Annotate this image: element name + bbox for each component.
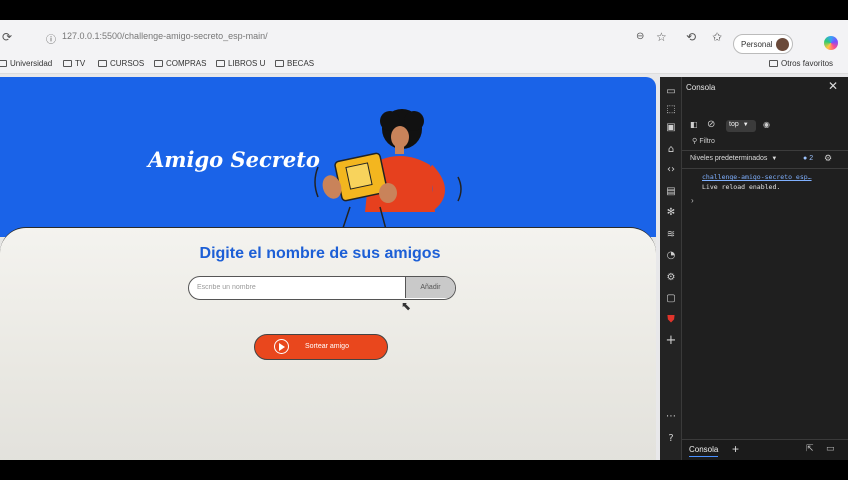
console-settings-gear-icon[interactable]: ⚙ bbox=[824, 154, 832, 164]
browser-window: ⟳ ⓘ 127.0.0.1:5500/challenge-amigo-secre… bbox=[0, 20, 848, 460]
chevron-down-icon: ▼ bbox=[771, 156, 778, 162]
add-button[interactable]: Añadir bbox=[405, 277, 455, 298]
folder-icon bbox=[98, 60, 107, 67]
add-tab-plus-icon[interactable]: + bbox=[732, 442, 739, 456]
issues-badge[interactable]: ● 2 bbox=[803, 155, 813, 162]
folder-icon bbox=[216, 60, 225, 67]
favorite-star-icon[interactable]: ☆ bbox=[656, 30, 667, 44]
live-expression-eye-icon[interactable]: ◉ bbox=[763, 120, 770, 129]
tab-console[interactable]: Consola bbox=[689, 445, 719, 457]
hero-banner: Amigo Secreto bbox=[0, 77, 656, 237]
input-card: Digite el nombre de sus amigos Añadir So… bbox=[0, 227, 656, 460]
copilot-icon[interactable] bbox=[824, 36, 838, 50]
folder-icon bbox=[769, 60, 778, 67]
filter-placeholder: Filtro bbox=[699, 138, 715, 145]
name-input-group: Añadir bbox=[188, 276, 456, 300]
bookmark-compras[interactable]: COMPRAS bbox=[154, 59, 206, 68]
draw-button-label: Sortear amigo bbox=[305, 343, 349, 350]
section-title: Digite el nombre de sus amigos bbox=[199, 245, 441, 262]
bookmarks-bar: Universidad TV CURSOS COMPRAS LIBROS U B… bbox=[0, 54, 848, 74]
elements-code-icon[interactable]: ‹› bbox=[664, 163, 678, 177]
site-info-icon[interactable]: ⓘ bbox=[46, 31, 56, 46]
divider bbox=[682, 168, 848, 169]
welcome-home-icon[interactable]: ⌂ bbox=[664, 143, 678, 157]
bookmark-tv[interactable]: TV bbox=[63, 59, 85, 68]
reload-icon[interactable]: ⟳ bbox=[2, 30, 12, 44]
favorites-icon[interactable]: ✩ bbox=[712, 30, 722, 44]
folder-icon bbox=[0, 60, 7, 67]
bookmark-universidad[interactable]: Universidad bbox=[0, 59, 52, 68]
console-icon[interactable]: ▤ bbox=[664, 185, 678, 199]
clear-console-icon[interactable]: ⊘ bbox=[707, 119, 715, 130]
play-icon bbox=[274, 339, 289, 354]
close-icon[interactable]: ✕ bbox=[828, 79, 838, 93]
sources-bug-icon[interactable]: ✻ bbox=[664, 206, 678, 220]
performance-gauge-icon[interactable]: ◔ bbox=[664, 249, 678, 263]
folder-icon bbox=[154, 60, 163, 67]
network-wifi-icon[interactable]: ≋ bbox=[664, 228, 678, 242]
application-icon[interactable]: ▢ bbox=[664, 292, 678, 306]
mouse-cursor-icon: ⬉ bbox=[401, 299, 412, 313]
context-select[interactable]: top ▼ bbox=[726, 120, 756, 132]
log-levels-dropdown[interactable]: Niveles predeterminados ▼ bbox=[690, 155, 777, 162]
other-favorites[interactable]: Otros favoritos bbox=[769, 59, 833, 68]
devtools-activity-bar: ▭ ⬚ ▣ ⌂ ‹› ▤ ✻ ≋ ◔ ⚙ ▢ ⛊ + ⋯ ? bbox=[660, 77, 682, 460]
panel-icon[interactable]: ▣ bbox=[664, 121, 678, 135]
devtools-panel: ▭ ⬚ ▣ ⌂ ‹› ▤ ✻ ≋ ◔ ⚙ ▢ ⛊ + ⋯ ? Consola ✕… bbox=[660, 77, 848, 460]
issues-count: 2 bbox=[809, 155, 814, 162]
device-emulation-icon[interactable]: ▭ bbox=[664, 85, 678, 99]
name-input[interactable] bbox=[189, 277, 405, 298]
bookmark-becas[interactable]: BECAS bbox=[275, 59, 314, 68]
filter-box[interactable]: ⚲ Filtro bbox=[692, 137, 842, 151]
avatar bbox=[776, 38, 789, 51]
more-options-icon[interactable]: ⋯ bbox=[664, 410, 678, 424]
inspect-icon[interactable]: ⬚ bbox=[664, 103, 678, 117]
address-bar: ⟳ ⓘ 127.0.0.1:5500/challenge-amigo-secre… bbox=[0, 20, 848, 54]
bookmark-cursos[interactable]: CURSOS bbox=[98, 59, 144, 68]
security-shield-icon[interactable]: ⛊ bbox=[664, 313, 678, 327]
chevron-down-icon: ▼ bbox=[742, 122, 749, 128]
sidebar-toggle-icon[interactable]: ◧ bbox=[690, 120, 698, 129]
help-icon[interactable]: ? bbox=[664, 432, 678, 446]
hero-title: Amigo Secreto bbox=[148, 147, 320, 172]
more-tools-plus-icon[interactable]: + bbox=[664, 334, 678, 348]
drawer-tab-bar: Consola + ⇱ ▭ bbox=[682, 439, 848, 460]
profile-button[interactable]: Personal bbox=[733, 34, 793, 54]
log-levels-label: Niveles predeterminados bbox=[690, 155, 768, 162]
devtools-title: Consola bbox=[686, 83, 716, 92]
web-page: Amigo Secreto Digite el nombre de sus am… bbox=[0, 77, 656, 460]
log-message: Live reload enabled. bbox=[702, 183, 781, 191]
zoom-icon[interactable]: ⊖ bbox=[636, 31, 644, 42]
log-source-link[interactable]: challenge-amigo-secreto_esp… bbox=[702, 173, 812, 181]
dock-icon[interactable]: ⇱ bbox=[806, 444, 814, 454]
context-value: top bbox=[729, 121, 739, 128]
settings-gear-icon[interactable]: ⚙ bbox=[664, 271, 678, 285]
divider bbox=[682, 150, 848, 151]
console-prompt-chevron-icon[interactable]: › bbox=[691, 196, 694, 205]
bookmark-libros-u[interactable]: LIBROS U bbox=[216, 59, 265, 68]
extensions-icon[interactable]: ⟲ bbox=[686, 30, 696, 44]
collapse-drawer-icon[interactable]: ▭ bbox=[826, 444, 835, 454]
folder-icon bbox=[275, 60, 284, 67]
folder-icon bbox=[63, 60, 72, 67]
draw-button[interactable]: Sortear amigo bbox=[254, 334, 388, 360]
url-text[interactable]: 127.0.0.1:5500/challenge-amigo-secreto_e… bbox=[62, 31, 268, 41]
profile-label: Personal bbox=[741, 40, 773, 49]
gift-person-illustration bbox=[314, 109, 462, 237]
